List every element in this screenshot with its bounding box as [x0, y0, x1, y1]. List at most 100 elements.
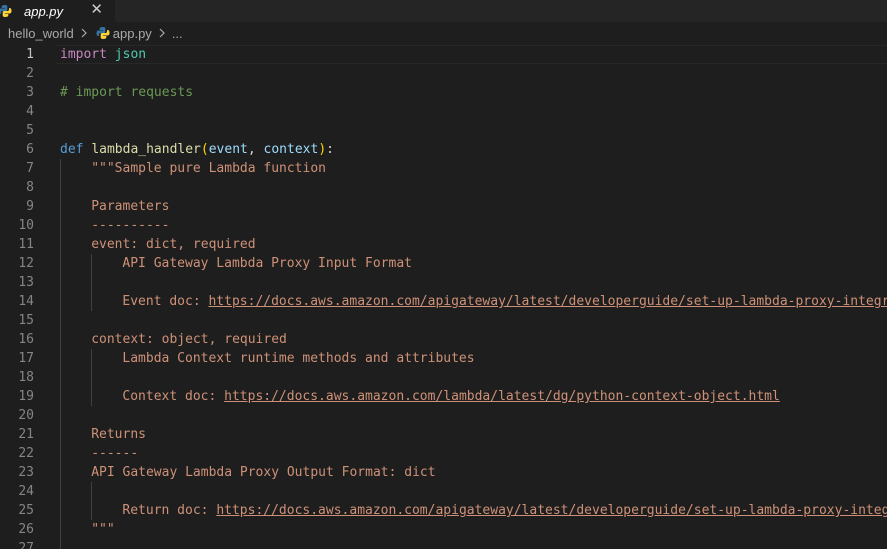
chevron-right-icon — [81, 28, 87, 38]
indent-guide — [60, 330, 61, 349]
code-line[interactable]: 5 — [0, 121, 887, 140]
code-token: ---------- — [91, 218, 170, 233]
tab-bar: app.py ✕ — [0, 0, 887, 22]
indent-guide — [91, 368, 93, 387]
code-line[interactable]: 23 API Gateway Lambda Proxy Output Format… — [0, 463, 887, 482]
indent-guide — [60, 235, 61, 254]
line-number: 11 — [18, 237, 34, 252]
code-line[interactable]: 6 def lambda_handler(event, context): — [0, 140, 887, 159]
code-line[interactable]: 26 """ — [0, 520, 887, 539]
code-token: ( — [200, 142, 209, 157]
indent-guide — [91, 292, 93, 311]
tab-app-py[interactable]: app.py ✕ — [0, 0, 116, 22]
indent-guide — [60, 539, 61, 549]
line-number: 13 — [18, 275, 34, 290]
code-line[interactable]: 27 — [0, 539, 887, 549]
indent-guide — [91, 501, 93, 520]
code-line[interactable]: 10 ---------- — [0, 216, 887, 235]
indent-guide — [60, 425, 61, 444]
code-line[interactable]: 15 — [0, 311, 887, 330]
doc-link[interactable]: https://docs.aws.amazon.com/apigateway/l… — [216, 503, 887, 518]
indent-guide — [60, 292, 61, 311]
close-icon[interactable]: ✕ — [90, 2, 103, 18]
code-line[interactable]: 9 Parameters — [0, 197, 887, 216]
code-token: Return doc: — [122, 503, 217, 518]
indent-guide — [60, 406, 61, 425]
indent-guide — [60, 311, 61, 330]
code-token: API Gateway Lambda Proxy Input Format — [122, 256, 412, 271]
line-number: 7 — [26, 161, 34, 176]
code-line[interactable]: 22 ------ — [0, 444, 887, 463]
code-text: Lambda Context runtime methods and attri… — [122, 349, 474, 368]
code-line[interactable]: 3 # import requests — [0, 83, 887, 102]
code-token: lambda_handler — [91, 142, 201, 157]
code-line[interactable]: 2 — [0, 64, 887, 83]
code-line[interactable]: 19 Context doc: https://docs.aws.amazon.c… — [0, 387, 887, 406]
chevron-right-icon — [159, 28, 165, 38]
line-number: 26 — [18, 522, 34, 537]
code-line[interactable]: 4 — [0, 102, 887, 121]
indent-guide — [91, 482, 93, 501]
breadcrumb: hello_world app.py ... — [0, 22, 887, 44]
code-line[interactable]: 12 API Gateway Lambda Proxy Input Format — [0, 254, 887, 273]
code-text: # import requests — [60, 83, 193, 102]
line-number: 25 — [18, 503, 34, 518]
line-number: 9 — [26, 199, 34, 214]
code-editor[interactable]: 1 import json 2 3 # import requests 4 5 6 def la… — [0, 44, 887, 549]
indent-guide — [60, 216, 61, 235]
code-token: Event doc: — [122, 294, 209, 309]
code-token: # import requests — [60, 85, 194, 100]
code-text: Returns — [91, 425, 146, 444]
indent-guide — [60, 501, 61, 520]
code-text: ------ — [91, 444, 138, 463]
code-text: context: object, required — [91, 330, 287, 349]
code-line[interactable]: 24 — [0, 482, 887, 501]
code-line[interactable]: 13 — [0, 273, 887, 292]
code-token: event: dict, required — [91, 237, 256, 252]
code-line[interactable]: 20 — [0, 406, 887, 425]
line-number: 8 — [26, 180, 34, 195]
code-line[interactable]: 7 """Sample pure Lambda function — [0, 159, 887, 178]
code-line[interactable]: 14 Event doc: https://docs.aws.amazon.com… — [0, 292, 887, 311]
code-token: context — [263, 142, 319, 157]
indent-guide — [60, 349, 61, 368]
breadcrumb-file[interactable]: app.py — [113, 26, 154, 41]
code-line[interactable]: 8 — [0, 178, 887, 197]
line-number: 22 — [18, 446, 34, 461]
breadcrumb-folder[interactable]: hello_world — [0, 26, 76, 41]
code-text: def lambda_handler(event, context): — [60, 140, 334, 159]
indent-guide — [91, 273, 93, 292]
line-number: 4 — [26, 104, 34, 119]
code-token: """ — [91, 522, 115, 537]
code-token: ------ — [91, 446, 139, 461]
code-line[interactable]: 21 Returns — [0, 425, 887, 444]
code-text: """ — [91, 520, 114, 539]
tab-label: app.py — [24, 3, 64, 19]
doc-link[interactable]: https://docs.aws.amazon.com/lambda/lates… — [224, 389, 780, 404]
code-text: API Gateway Lambda Proxy Output Format: … — [91, 463, 435, 482]
code-line[interactable]: 17 Lambda Context runtime methods and att… — [0, 349, 887, 368]
line-number: 24 — [18, 484, 34, 499]
code-text: ---------- — [91, 216, 169, 235]
indent-guide — [60, 159, 61, 178]
line-number: 5 — [26, 123, 34, 138]
breadcrumb-more[interactable]: ... — [170, 26, 185, 41]
line-number: 18 — [18, 370, 34, 385]
line-number: 6 — [26, 142, 34, 157]
indent-guide — [91, 349, 93, 368]
line-number: 3 — [26, 85, 34, 100]
code-token: def — [60, 142, 84, 157]
indent-guide — [60, 444, 61, 463]
code-line[interactable]: 1 import json — [0, 45, 887, 64]
code-line[interactable]: 16 context: object, required — [0, 330, 887, 349]
line-number: 14 — [18, 294, 34, 309]
code-line[interactable]: 18 — [0, 368, 887, 387]
indent-guide — [91, 387, 93, 406]
code-token: Parameters — [91, 199, 170, 214]
doc-link[interactable]: https://docs.aws.amazon.com/apigateway/l… — [208, 294, 887, 309]
code-line[interactable]: 11 event: dict, required — [0, 235, 887, 254]
line-number: 12 — [18, 256, 34, 271]
code-text: import json — [60, 45, 146, 64]
code-line[interactable]: 25 Return doc: https://docs.aws.amazon.co… — [0, 501, 887, 520]
line-number: 10 — [18, 218, 34, 233]
